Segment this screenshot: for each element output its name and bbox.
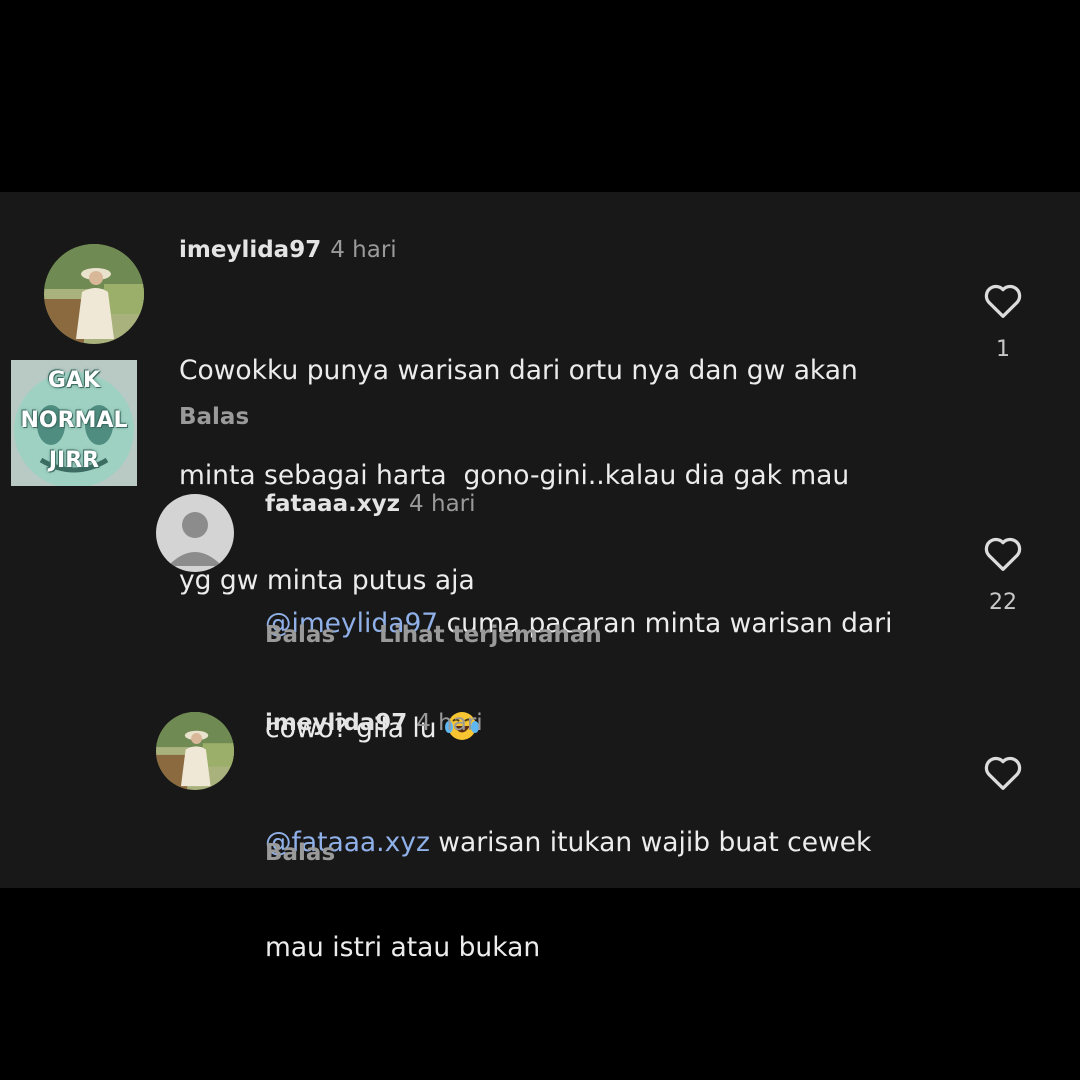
heart-outline-icon <box>984 537 1022 571</box>
sticker-text: JIRR <box>48 448 100 473</box>
comment-username[interactable]: imeylida97 4 hari <box>179 237 397 263</box>
username-text[interactable]: fataaa.xyz <box>265 491 400 517</box>
username-text[interactable]: imeylida97 <box>265 710 407 736</box>
comment-actions: Balas <box>179 404 249 430</box>
comment-time: 4 hari <box>416 710 483 736</box>
like-button[interactable] <box>980 530 1026 576</box>
sticker-text: NORMAL <box>20 408 128 433</box>
heart-outline-icon <box>984 756 1022 790</box>
avatar[interactable] <box>156 712 234 790</box>
comment-text-line: mau istri atau bukan <box>265 932 541 963</box>
like-button[interactable] <box>980 749 1026 795</box>
comment-username[interactable]: imeylida97 4 hari <box>265 710 483 736</box>
comment-time: 4 hari <box>330 237 397 263</box>
comment-actions: Balas Lihat terjemahan <box>265 622 602 648</box>
reply-button[interactable]: Balas <box>179 404 249 430</box>
comments-panel: imeylida97 4 hari Cowokku punya warisan d… <box>0 192 1080 963</box>
comment-text-line: @fataaa.xyz warisan itukan wajib buat ce… <box>265 825 871 860</box>
reply-button[interactable]: Balas <box>265 622 335 648</box>
comment-username[interactable]: fataaa.xyz 4 hari <box>265 491 476 517</box>
comment-time: 4 hari <box>409 491 476 517</box>
like-count: 1 <box>996 337 1010 362</box>
like-button[interactable] <box>980 277 1026 323</box>
sticker-text: GAK <box>47 368 101 393</box>
like-count: 22 <box>989 590 1017 615</box>
comment-actions: Balas <box>265 840 335 866</box>
avatar[interactable] <box>44 244 144 344</box>
default-avatar[interactable] <box>156 494 234 572</box>
comment-text-line: Cowokku punya warisan dari ortu nya dan … <box>179 355 858 386</box>
sticker-image: GAK NORMAL JIRR <box>11 360 137 486</box>
comment-text: @fataaa.xyz warisan itukan wajib buat ce… <box>265 755 871 1035</box>
username-text[interactable]: imeylida97 <box>179 237 321 263</box>
user-silhouette-icon <box>156 494 234 572</box>
comment-text-line: minta sebagai harta gono-gini..kalau dia… <box>179 460 850 491</box>
reply-button[interactable]: Balas <box>265 840 335 866</box>
comment-text-span: warisan itukan wajib buat cewek <box>429 827 872 858</box>
translate-button[interactable]: Lihat terjemahan <box>379 622 602 648</box>
heart-outline-icon <box>984 284 1022 318</box>
